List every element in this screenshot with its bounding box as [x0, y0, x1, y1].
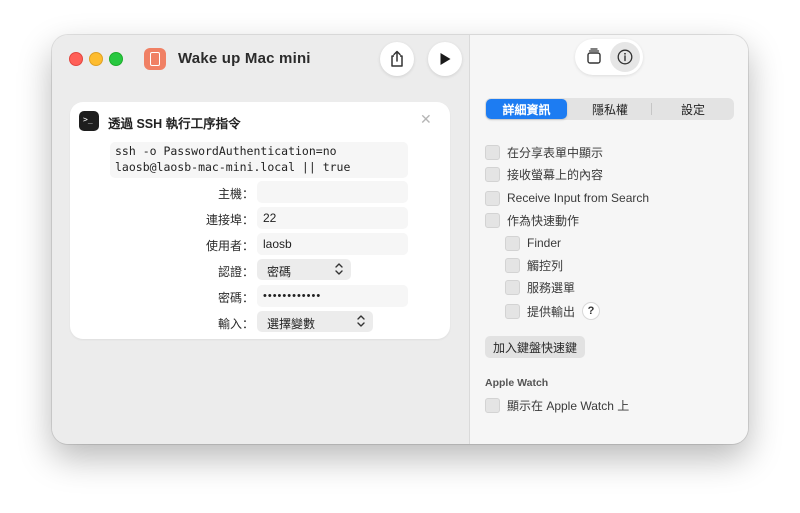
option-label: 在分享表單中顯示: [507, 145, 604, 160]
option-receive-search[interactable]: Receive Input from Search: [485, 189, 649, 207]
tab-settings[interactable]: 設定: [652, 98, 734, 120]
shortcut-title[interactable]: Wake up Mac mini: [178, 50, 311, 67]
tab-privacy[interactable]: 隱私權: [569, 98, 651, 120]
option-share-sheet[interactable]: 在分享表單中顯示: [485, 143, 603, 161]
checkbox[interactable]: [505, 235, 520, 251]
share-icon: [391, 50, 403, 67]
auth-popup[interactable]: 密碼: [257, 259, 351, 280]
play-icon: [440, 53, 451, 65]
option-quick-action[interactable]: 作為快速動作: [485, 211, 579, 229]
checkbox[interactable]: [505, 257, 520, 273]
option-touchbar[interactable]: 觸控列: [505, 256, 563, 274]
inspector-pane: 詳細資訊 隱私權 設定 在分享表單中顯示 接收螢幕上的內容 Receive In…: [469, 35, 748, 444]
checkbox[interactable]: [485, 212, 500, 228]
password-field[interactable]: ••••••••••••: [257, 285, 408, 307]
option-label: 接收螢幕上的內容: [507, 167, 604, 182]
script-line-2: laosb@laosb-mac-mini.local || true: [115, 160, 351, 174]
option-provide-output[interactable]: 提供輸出 ?: [505, 302, 601, 320]
library-button[interactable]: [579, 41, 609, 71]
remove-action-button[interactable]: ✕: [420, 111, 432, 128]
option-services[interactable]: 服務選單: [505, 278, 575, 296]
option-finder[interactable]: Finder: [505, 234, 561, 252]
option-label: 觸控列: [527, 258, 564, 273]
input-value: 選擇變數: [267, 317, 316, 331]
library-icon: [587, 48, 601, 64]
terminal-icon: >_: [79, 111, 99, 131]
script-line-1: ssh -o PasswordAuthentication=no: [115, 144, 337, 158]
password-label: 密碼：: [217, 291, 254, 305]
add-keyboard-shortcut-button[interactable]: 加入鍵盤快速鍵: [485, 336, 586, 358]
option-receive-screen[interactable]: 接收螢幕上的內容: [485, 165, 603, 183]
user-field[interactable]: laosb: [257, 233, 408, 255]
input-popup[interactable]: 選擇變數: [257, 311, 373, 332]
action-title: 透過 SSH 執行工序指令: [108, 117, 241, 131]
chevron-updown-icon: [335, 263, 343, 275]
chevron-updown-icon: [357, 315, 365, 327]
zoom-window-button[interactable]: [109, 52, 123, 66]
host-label: 主機：: [217, 187, 254, 201]
editor-pane: Wake up Mac mini >_ 透過 SSH 執行工序指令 ✕ ssh …: [52, 35, 469, 444]
option-apple-watch[interactable]: 顯示在 Apple Watch 上: [485, 396, 629, 414]
checkbox[interactable]: [485, 397, 500, 413]
port-field[interactable]: 22: [257, 207, 408, 229]
script-field[interactable]: ssh -o PasswordAuthentication=no laosb@l…: [110, 142, 408, 178]
port-value: 22: [263, 211, 277, 225]
run-button[interactable]: [428, 42, 462, 76]
user-value: laosb: [263, 237, 292, 251]
help-button[interactable]: ?: [582, 302, 601, 320]
apple-watch-heading: Apple Watch: [485, 377, 549, 389]
password-value: ••••••••••••: [263, 290, 322, 302]
info-icon: [617, 49, 633, 65]
close-window-button[interactable]: [69, 52, 83, 66]
auth-label: 認證：: [217, 265, 254, 279]
checkbox[interactable]: [505, 279, 520, 295]
tab-details[interactable]: 詳細資訊: [486, 99, 567, 119]
minimize-window-button[interactable]: [89, 52, 103, 66]
host-field[interactable]: [257, 181, 408, 203]
shortcut-icon[interactable]: [144, 48, 166, 70]
inspector-tabs: 詳細資訊 隱私權 設定: [485, 98, 734, 120]
option-label: 服務選單: [527, 280, 576, 295]
option-label: Finder: [527, 236, 562, 250]
user-label: 使用者：: [205, 239, 254, 253]
port-label: 連接埠：: [205, 213, 254, 227]
option-label: 作為快速動作: [507, 213, 580, 228]
option-label: Receive Input from Search: [507, 191, 650, 205]
info-button[interactable]: [610, 42, 640, 72]
share-button[interactable]: [380, 42, 414, 76]
checkbox[interactable]: [485, 166, 500, 182]
checkbox[interactable]: [485, 190, 500, 206]
input-label: 輸入：: [217, 317, 254, 331]
option-label: 顯示在 Apple Watch 上: [507, 398, 630, 413]
shortcut-editor-window: Wake up Mac mini >_ 透過 SSH 執行工序指令 ✕ ssh …: [52, 35, 748, 444]
ssh-action-card[interactable]: >_ 透過 SSH 執行工序指令 ✕ ssh -o PasswordAuthen…: [70, 102, 450, 339]
auth-value: 密碼: [267, 265, 292, 279]
checkbox[interactable]: [485, 144, 500, 160]
checkbox[interactable]: [505, 303, 520, 319]
option-label: 提供輸出: [527, 304, 576, 319]
